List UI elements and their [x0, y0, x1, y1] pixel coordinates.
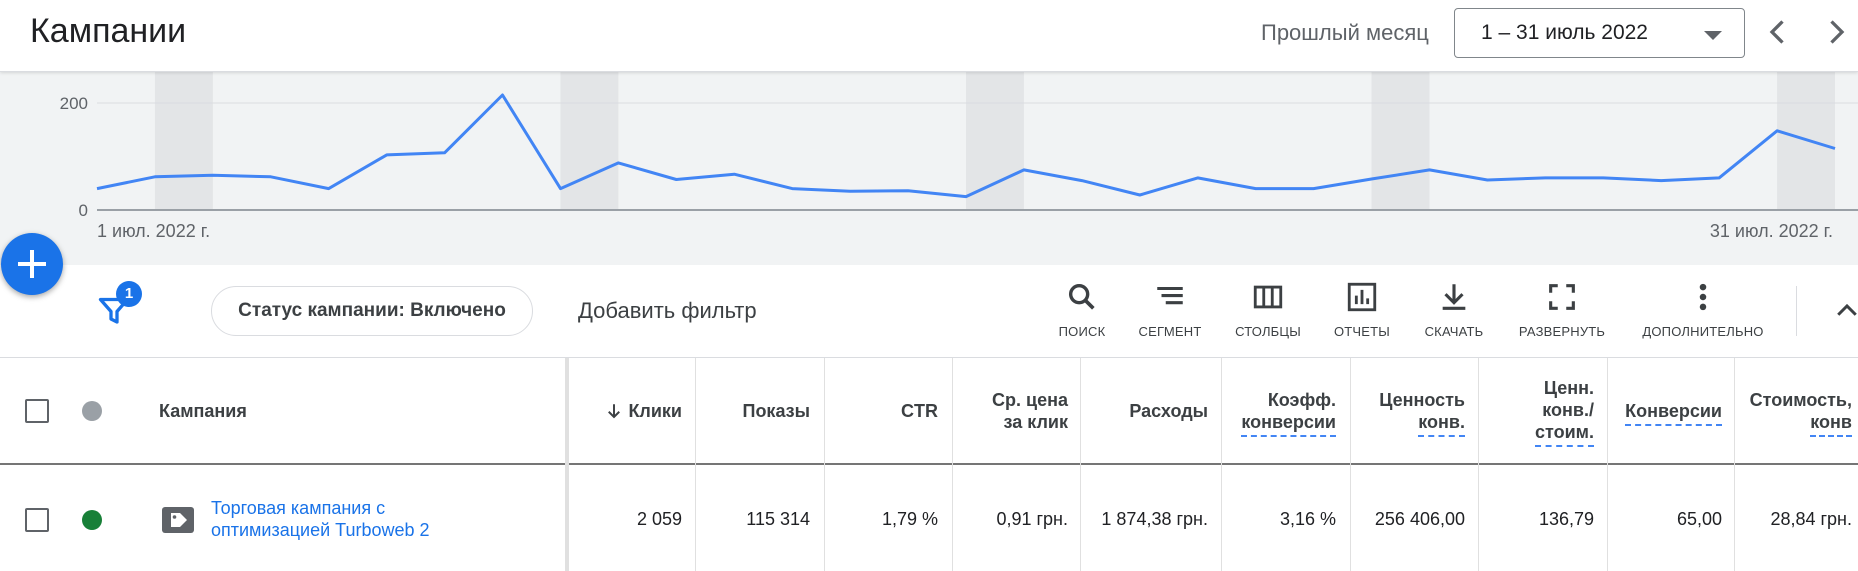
toolbar-divider: [1796, 286, 1797, 336]
page-header: Кампании Прошлый месяц 1 – 31 июль 2022: [0, 0, 1858, 72]
weekend-band: [966, 72, 1024, 210]
col-conv-rate[interactable]: Коэфф. конверсии: [1220, 389, 1336, 437]
arrow-down-icon: [608, 404, 621, 419]
cell-value-cost: 136,79: [1538, 509, 1594, 529]
campaign-name-line1: Торговая кампания с: [211, 498, 386, 518]
chevron-right-icon[interactable]: [1818, 14, 1854, 50]
date-range-select[interactable]: 1 – 31 июль 2022: [1454, 8, 1745, 58]
tool-segment-label: СЕГМЕНТ: [1138, 324, 1202, 339]
col-clicks[interactable]: Клики: [590, 400, 682, 422]
date-range-value: 1 – 31 июль 2022: [1481, 21, 1648, 44]
cell-ctr: 1,79 %: [881, 509, 938, 529]
col-conv-value[interactable]: Ценность конв.: [1350, 389, 1465, 437]
tool-segment[interactable]: СЕГМЕНТ: [1120, 280, 1220, 346]
download-icon: [1442, 284, 1466, 310]
tool-expand[interactable]: РАЗВЕРНУТЬ: [1512, 280, 1612, 346]
col-conv-value-line2: конв.: [1418, 412, 1465, 437]
x-end-label: 31 июл. 2022 г.: [1710, 221, 1833, 241]
cell-impressions: 115 314: [746, 509, 810, 529]
x-start-label: 1 июл. 2022 г.: [97, 221, 210, 241]
weekend-band: [154, 72, 213, 210]
weekend-band: [560, 72, 619, 210]
cell-clicks: 2 059: [636, 509, 682, 529]
cell-cost: 1 874,38 грн.: [1101, 509, 1208, 529]
column-divider: [1734, 358, 1735, 571]
tool-search[interactable]: ПОИСК: [1040, 280, 1124, 346]
tool-expand-label: РАЗВЕРНУТЬ: [1518, 324, 1606, 339]
column-divider: [1607, 358, 1608, 571]
col-value-cost[interactable]: Ценн. конв./ стоим.: [1480, 377, 1594, 447]
tool-search-label: ПОИСК: [1058, 324, 1106, 339]
tool-columns-label: СТОЛБЦЫ: [1235, 324, 1301, 339]
performance-chart: 200 0 1 июл. 2022 г. 31 июл. 2022 г.: [0, 72, 1858, 265]
add-campaign-button[interactable]: [1, 233, 63, 295]
cell-avg-cpc: 0,91 грн.: [996, 509, 1068, 529]
campaign-name-link[interactable]: Торговая кампания с оптимизацией Turbowe…: [211, 497, 481, 541]
y-tick-label: 200: [60, 94, 88, 113]
tool-more-label: ДОПОЛНИТЕЛЬНО: [1642, 324, 1764, 339]
col-conv-rate-line2: конверсии: [1241, 412, 1336, 437]
col-conversions[interactable]: Конверсии: [1610, 400, 1722, 426]
row-checkbox[interactable]: [25, 508, 49, 532]
chevron-up-icon[interactable]: [1832, 296, 1858, 326]
cell-conv-value: 256 406,00: [1374, 509, 1465, 529]
column-divider: [1478, 358, 1479, 571]
add-filter-button[interactable]: Добавить фильтр: [578, 298, 757, 324]
column-divider: [1221, 358, 1222, 571]
col-ctr[interactable]: CTR: [830, 400, 938, 422]
col-cost-conv[interactable]: Стоимость, конв: [1736, 389, 1852, 437]
col-cost[interactable]: Расходы: [1090, 400, 1208, 422]
col-conversions-label: Конверсии: [1625, 401, 1722, 426]
col-impressions[interactable]: Показы: [700, 400, 811, 422]
col-value-cost-line1: Ценн.: [1543, 378, 1594, 398]
tool-download-label: СКАЧАТЬ: [1424, 324, 1484, 339]
more-vert-icon: [1699, 283, 1707, 311]
col-clicks-label: Клики: [628, 401, 682, 421]
dropdown-caret-icon: [1704, 31, 1722, 40]
period-label: Прошлый месяц: [1261, 20, 1429, 45]
col-campaign[interactable]: Кампания: [159, 400, 247, 422]
tool-reports-label: ОТЧЕТЫ: [1333, 324, 1391, 339]
column-divider: [695, 358, 696, 571]
tool-columns[interactable]: СТОЛБЦЫ: [1218, 280, 1318, 346]
expand-icon: [1549, 284, 1575, 310]
chevron-left-icon[interactable]: [1760, 14, 1796, 50]
status-header-dot: [82, 401, 102, 421]
cell-conv-rate: 3,16 %: [1279, 509, 1336, 529]
col-value-cost-line2: конв./: [1542, 400, 1594, 420]
col-conv-rate-line1: Коэфф.: [1267, 390, 1336, 410]
status-enabled-dot[interactable]: [82, 510, 102, 530]
col-cost-conv-line1: Стоимость,: [1749, 390, 1852, 410]
status-filter-chip[interactable]: Статус кампании: Включено: [211, 286, 533, 336]
tool-download[interactable]: СКАЧАТЬ: [1412, 280, 1496, 346]
col-avg-cpc-line2: за клик: [1003, 412, 1068, 432]
segment-icon: [1157, 286, 1183, 305]
column-divider: [1350, 358, 1351, 571]
columns-icon: [1253, 285, 1283, 309]
col-conv-value-line1: Ценность: [1379, 390, 1465, 410]
cell-cost-conv: 28,84 грн.: [1770, 509, 1852, 529]
page-title: Кампании: [30, 12, 187, 50]
tag-icon: [162, 507, 194, 533]
tool-more[interactable]: ДОПОЛНИТЕЛЬНО: [1634, 280, 1772, 346]
weekend-band: [1371, 72, 1430, 210]
col-value-cost-line3: стоим.: [1535, 422, 1594, 447]
column-divider: [1080, 358, 1081, 571]
filter-count-badge: 1: [116, 281, 142, 307]
col-avg-cpc[interactable]: Ср. цена за клик: [950, 389, 1068, 433]
select-all-checkbox[interactable]: [25, 399, 49, 423]
filter-button[interactable]: 1: [96, 280, 144, 328]
frozen-column-divider[interactable]: [565, 358, 569, 571]
y-tick-label: 0: [79, 201, 88, 220]
col-cost-conv-line2: конв: [1810, 412, 1852, 437]
cell-conversions: 65,00: [1676, 509, 1722, 529]
column-divider: [952, 358, 953, 571]
col-avg-cpc-line1: Ср. цена: [992, 390, 1068, 410]
line-chart: 200 0 1 июл. 2022 г. 31 июл. 2022 г.: [60, 72, 1858, 241]
search-icon: [1068, 283, 1095, 310]
reports-icon: [1347, 282, 1377, 312]
campaign-name-line2: оптимизацией Turboweb 2: [211, 520, 430, 540]
tool-reports[interactable]: ОТЧЕТЫ: [1322, 280, 1402, 346]
column-divider: [824, 358, 825, 571]
